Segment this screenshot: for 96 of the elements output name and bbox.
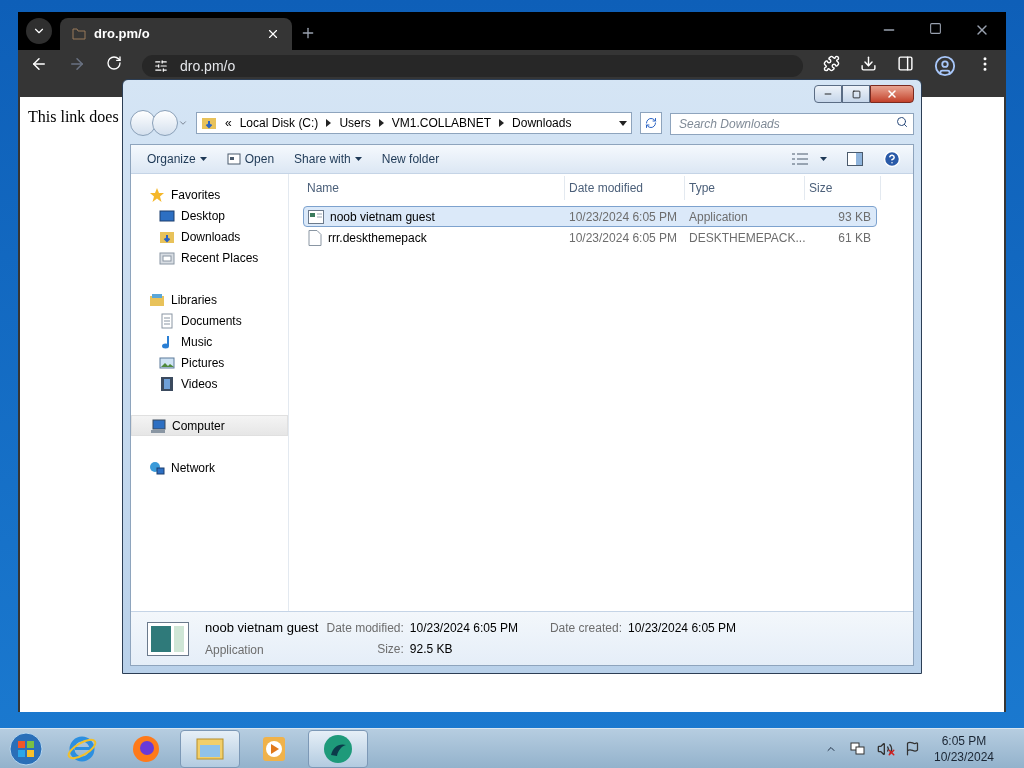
volume-muted-icon[interactable] [877,740,893,757]
column-header[interactable]: Name [303,176,565,200]
nav-item[interactable]: Favorites [131,184,288,205]
taskbar-app-button[interactable] [308,729,368,768]
detail-value: 92.5 KB [409,641,454,658]
desktop-icon [159,207,175,224]
toolbar-button[interactable]: New folder [373,148,448,170]
maximize-button[interactable] [842,85,870,103]
library-icon [149,291,165,308]
toolbar-button[interactable]: Share with [286,148,370,170]
file-row[interactable]: noob vietnam guest 10/23/2024 6:05 PM Application 93 KB [303,206,877,227]
tab-title: dro.pm/o [94,25,151,44]
caret-icon [354,157,362,161]
address-text: dro.pm/o [180,56,237,76]
profile-icon[interactable] [934,55,956,77]
application-icon [147,621,189,656]
nav-item[interactable]: Videos [131,373,288,394]
nav-item[interactable]: Documents [131,310,288,331]
nav-item[interactable]: Recent Places [131,247,288,268]
window-icon [226,152,241,166]
computer-icon [150,417,166,434]
breadcrumb-item[interactable]: Local Disk (C:) [239,114,319,132]
nav-item[interactable]: Pictures [131,352,288,373]
detail-label: Date modified: [326,620,404,637]
chevron-icon[interactable] [499,119,505,127]
address-bar[interactable]: « Local Disk (C:) Users VM1.COLLABNET Downloads [196,112,632,134]
side-panel-icon[interactable] [897,55,914,72]
star-icon [149,186,165,203]
type-cell-text: Application [688,208,749,226]
column-header[interactable]: Type [685,176,805,200]
size-cell-text: 61 KB [837,229,872,247]
refresh-icon [645,117,657,129]
caret-icon[interactable] [820,157,827,161]
page-text: This link does [28,107,119,127]
date-cell-text: 10/23/2024 6:05 PM [568,229,679,247]
type-cell-text: DESKTHEMEPACK... [688,229,805,247]
network-icon[interactable] [849,740,865,757]
nav-item[interactable]: Music [131,331,288,352]
extensions-icon[interactable] [823,55,840,72]
forward-icon[interactable] [68,55,86,73]
breadcrumb-item[interactable]: Users [339,114,371,132]
address-bar[interactable]: dro.pm/o [142,55,803,77]
tab-list-button[interactable] [26,18,52,44]
chevron-icon[interactable] [326,119,332,127]
film-icon [159,375,175,392]
site-info-icon[interactable] [154,59,168,73]
browser-tab[interactable]: dro.pm/o [60,18,292,50]
detail-value: 10/23/2024 6:05 PM [409,620,518,637]
close-button[interactable] [870,85,914,103]
file-icon [308,229,322,246]
detail-label: Date created: [549,620,622,637]
flag-icon[interactable] [905,741,920,756]
detail-type: Application [205,641,265,659]
breadcrumb-item[interactable]: VM1.COLLABNET [391,114,492,132]
toolbar-button[interactable]: Open [218,148,283,170]
refresh-button[interactable] [640,112,662,134]
picture-icon [159,354,175,371]
back-icon[interactable] [30,55,48,73]
close-icon[interactable] [266,27,280,41]
help-icon[interactable] [883,150,901,168]
close-icon [886,88,898,100]
search-field[interactable]: Search Downloads [670,113,914,135]
caret-icon [199,157,207,161]
maximize-icon [851,89,861,99]
maximize-icon[interactable] [929,22,942,35]
chevron-icon[interactable] [378,119,384,127]
column-header[interactable]: Size [805,176,881,200]
breadcrumb-item[interactable]: « [225,114,232,132]
detail-label: Size: [376,641,404,658]
size-cell-text: 93 KB [837,208,872,226]
file-name: noob vietnam guest [330,208,435,226]
nav-item[interactable]: Computer [131,415,288,436]
network-icon [149,459,165,476]
nav-item[interactable]: Libraries [131,289,288,310]
file-row[interactable]: rrr.deskthemepack 10/23/2024 6:05 PM DESKTHEMEPACK... 61 KB [303,227,877,248]
clock[interactable]: 6:05 PM 10/23/2024 [924,732,1004,765]
detail-name: noob vietnam guest [205,619,319,638]
download-icon[interactable] [860,55,877,72]
date-cell-text: 10/23/2024 6:05 PM [568,208,679,226]
breadcrumb-item[interactable]: Downloads [512,114,572,132]
nav-item[interactable]: Network [131,457,288,478]
windows-logo-icon [9,731,43,766]
reload-icon[interactable] [106,55,122,71]
file-name: rrr.deskthemepack [328,229,427,247]
nav-item[interactable]: Desktop [131,205,288,226]
detail-value: 10/23/2024 6:05 PM [628,620,737,637]
nav-item[interactable]: Downloads [131,226,288,247]
minimize-button[interactable] [814,85,842,103]
caret-icon[interactable] [619,120,627,126]
document-icon [159,312,175,329]
new-tab-icon[interactable] [300,25,316,41]
application-icon [308,209,324,224]
column-header[interactable]: Date modified [565,176,685,200]
search-icon[interactable] [896,116,908,128]
toolbar-button[interactable]: Organize [139,148,215,170]
preview-pane-icon[interactable] [847,152,863,166]
